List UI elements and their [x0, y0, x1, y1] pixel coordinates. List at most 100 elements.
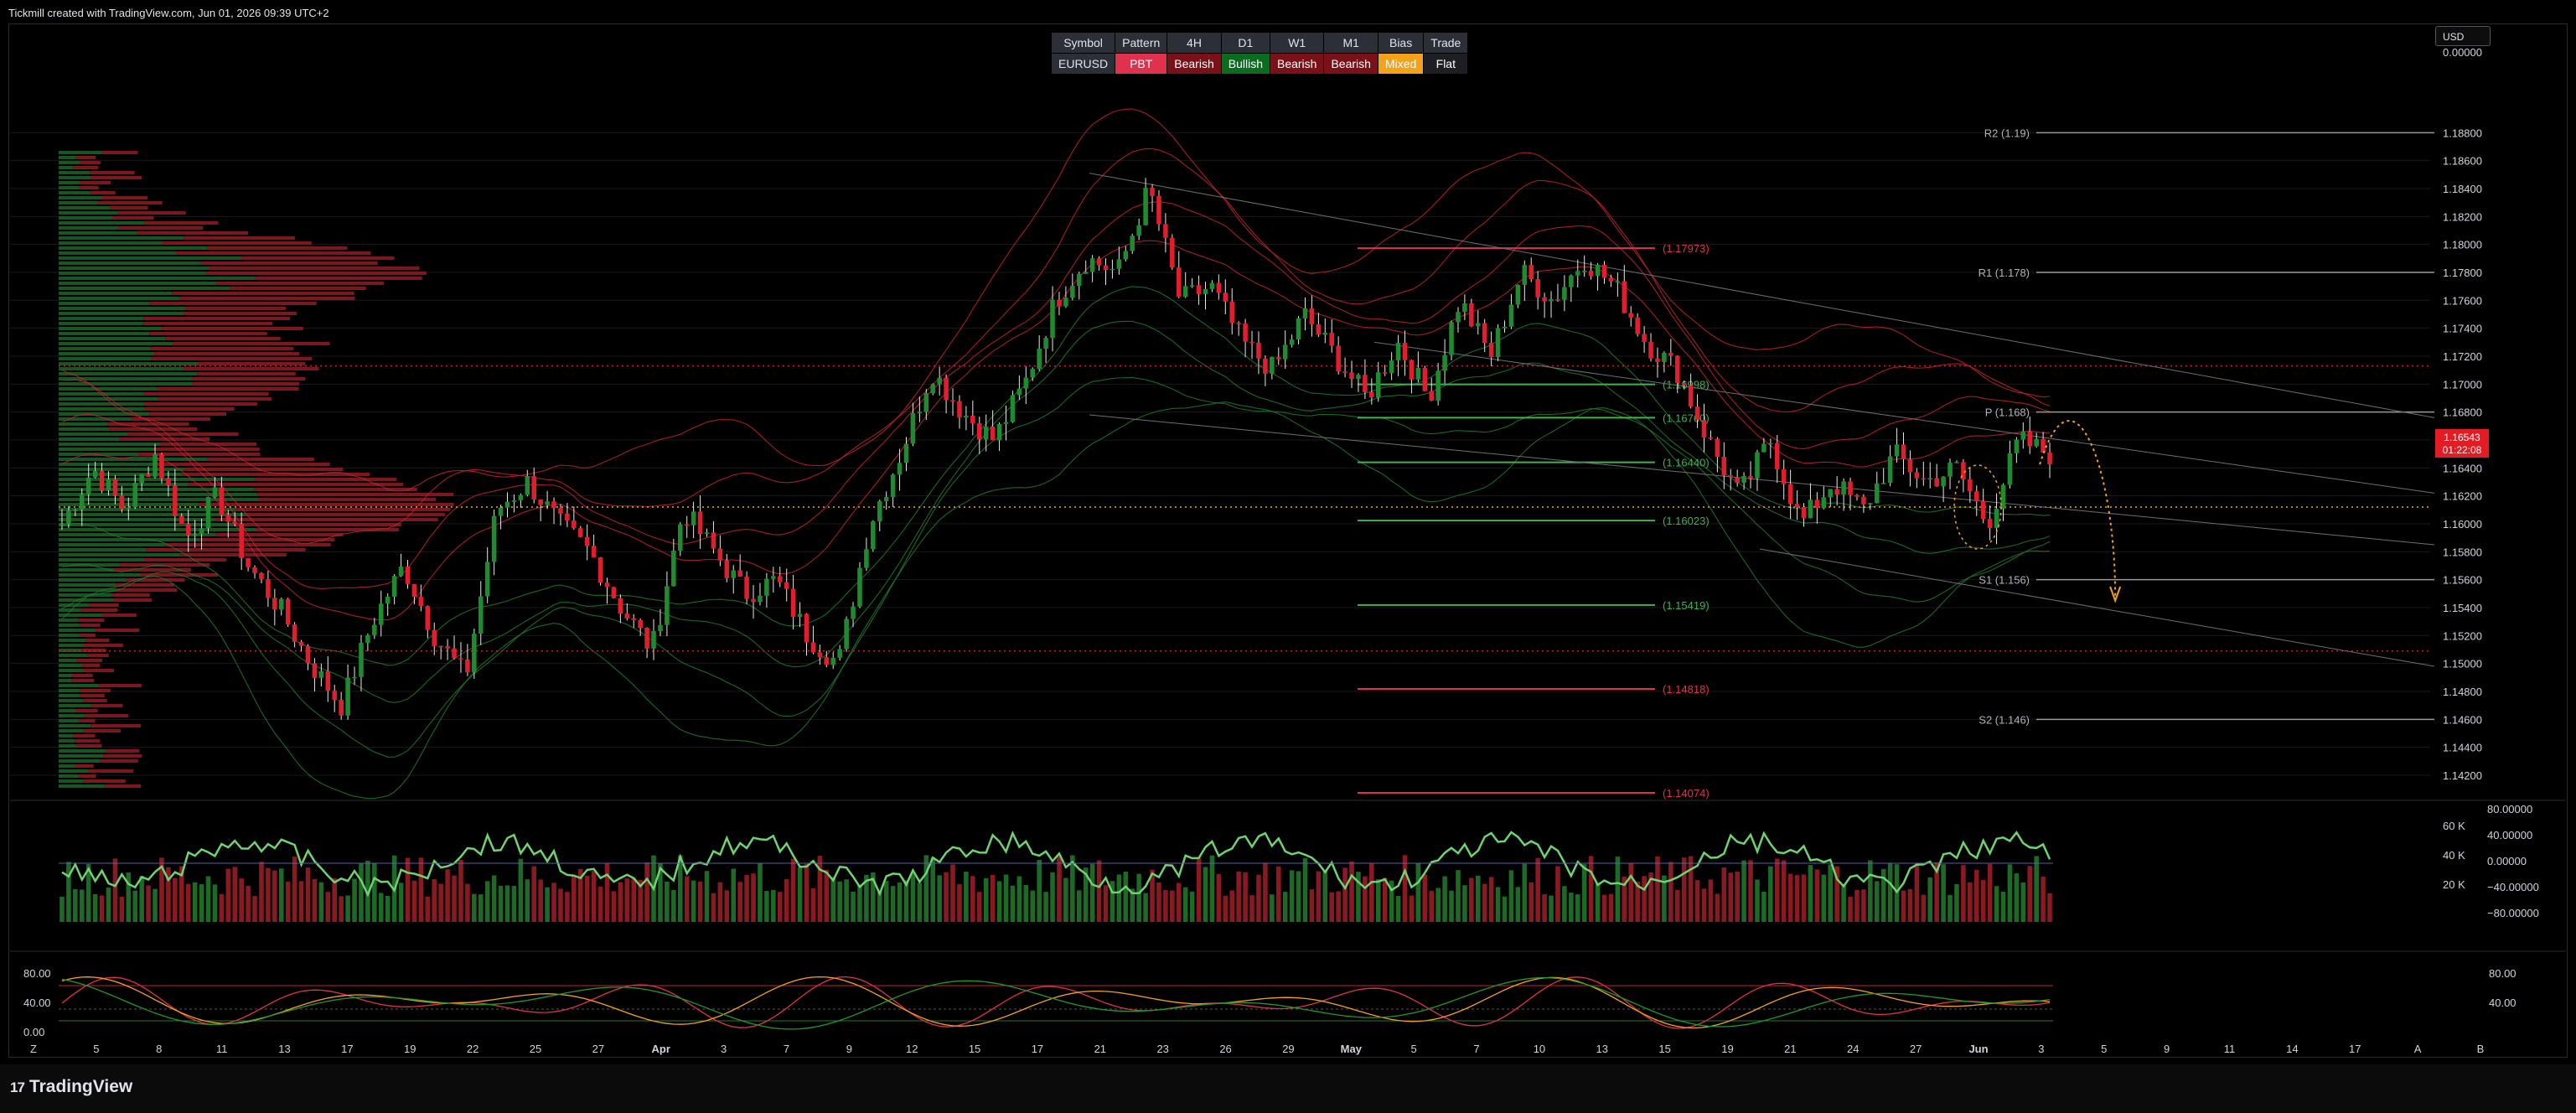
candle-body — [1787, 484, 1793, 505]
volume-bar — [1701, 888, 1707, 922]
price-tick: 1.17600 — [2443, 294, 2482, 307]
candle-body — [1901, 444, 1906, 460]
profile-bar-red — [79, 181, 111, 184]
profile-bar-red — [71, 679, 95, 682]
candle-body — [1309, 308, 1315, 324]
profile-bar-red — [143, 558, 227, 562]
candlestick-chart[interactable]: R2 (1.19) R1 (1.178) P (1.168) S1 (1.156) S2… — [0, 0, 2576, 1113]
profile-bar-green — [59, 729, 84, 733]
volume-bar — [1369, 863, 1374, 922]
profile-bar-green — [59, 337, 166, 340]
currency-button[interactable]: USD — [2435, 26, 2491, 46]
volume-bar — [1735, 871, 1740, 922]
stoch-line — [61, 976, 2051, 1029]
profile-bar-red — [85, 639, 110, 642]
candle-body — [817, 652, 823, 658]
volume-bar — [545, 887, 550, 922]
volume-bar — [1555, 866, 1560, 922]
volume-bar — [1495, 887, 1501, 922]
volume-tick: 60 K — [2443, 820, 2465, 832]
volume-bar — [1529, 882, 1534, 922]
profile-bar-red — [78, 619, 105, 622]
candle-body — [166, 478, 171, 485]
volume-bar — [597, 886, 603, 922]
bias-table: Symbol Pattern 4H D1 W1 M1 Bias Trade EURUSD PBT… — [1051, 32, 1469, 75]
profile-bar-green — [59, 659, 77, 662]
candle-body — [2007, 453, 2013, 485]
profile-bar-green — [59, 639, 86, 642]
candle-body — [1296, 318, 1301, 340]
volume-bar — [1010, 885, 1016, 922]
candle-body — [92, 470, 98, 478]
profile-bar-green — [59, 432, 128, 436]
price-tick: 1.15600 — [2443, 574, 2482, 587]
volume-bar — [1642, 876, 1647, 922]
profile-bar-red — [144, 407, 235, 411]
candle-body — [239, 524, 244, 558]
candle-body — [1096, 258, 1102, 266]
candle-body — [1927, 478, 1933, 480]
volume-bar — [1329, 892, 1335, 922]
volume-bar — [1409, 895, 1415, 922]
volume-bar — [318, 882, 324, 922]
candle-body — [1854, 494, 1860, 497]
price-tick: 1.18600 — [2443, 155, 2482, 168]
candle-body — [1801, 506, 1807, 519]
profile-bar-red — [241, 256, 395, 260]
candle-body — [1016, 388, 1022, 396]
profile-bar-red — [108, 427, 198, 431]
profile-bar-red — [207, 246, 348, 250]
volume-bar — [591, 871, 597, 922]
candle-body — [851, 606, 856, 619]
candle-body — [1622, 281, 1627, 313]
candle-body — [345, 677, 350, 716]
candle-body — [1728, 475, 1734, 478]
volume-bar — [212, 884, 218, 922]
volume-bar — [484, 881, 490, 922]
candle-body — [1342, 371, 1347, 373]
candle-body — [677, 524, 683, 551]
volume-bar — [1961, 865, 1966, 922]
profile-bar-green — [59, 201, 98, 204]
candle-body — [1681, 382, 1687, 386]
profile-bar-red — [200, 261, 378, 265]
profile-bar-green — [59, 573, 141, 577]
volume-bar — [731, 868, 737, 922]
volume-bar — [1927, 877, 1933, 922]
volume-bar — [1469, 877, 1474, 922]
oscillator-tick: −40.00000 — [2487, 881, 2539, 893]
volume-bar — [671, 889, 676, 922]
profile-bar-red — [117, 211, 186, 215]
fib-label: (1.17973) — [1663, 242, 1710, 255]
volume-bar — [1901, 890, 1906, 922]
volume-bar — [1163, 890, 1168, 922]
candle-body — [903, 443, 909, 463]
volume-bar — [478, 894, 484, 922]
profile-bar-green — [59, 256, 241, 260]
volume-bar — [153, 888, 158, 922]
fib-label: (1.14818) — [1663, 683, 1710, 696]
volume-bar — [837, 881, 842, 922]
profile-bar-green — [59, 784, 106, 788]
volume-bar — [1116, 874, 1122, 922]
candle-body — [1010, 395, 1016, 422]
candle-body — [1608, 277, 1614, 282]
volume-bar — [824, 869, 830, 922]
profile-bar-green — [59, 387, 158, 391]
candle-body — [1495, 328, 1501, 358]
candle-body — [1914, 472, 1920, 479]
profile-bar-red — [83, 669, 115, 672]
candle-body — [1688, 385, 1694, 407]
volume-bar — [1569, 893, 1574, 922]
volume-bar — [1542, 893, 1547, 922]
candle-body — [1209, 282, 1215, 289]
volume-bar — [1089, 863, 1095, 922]
candle-body — [1236, 323, 1241, 324]
profile-bar-green — [59, 407, 145, 411]
candle-body — [518, 494, 524, 500]
price-tick: 1.15800 — [2443, 546, 2482, 558]
pivot-label: R2 (1.19) — [1984, 127, 2030, 139]
candle-body — [717, 548, 723, 561]
profile-bar-green — [59, 216, 112, 220]
tradingview-logo[interactable]: 17 TradingView — [10, 1077, 132, 1097]
